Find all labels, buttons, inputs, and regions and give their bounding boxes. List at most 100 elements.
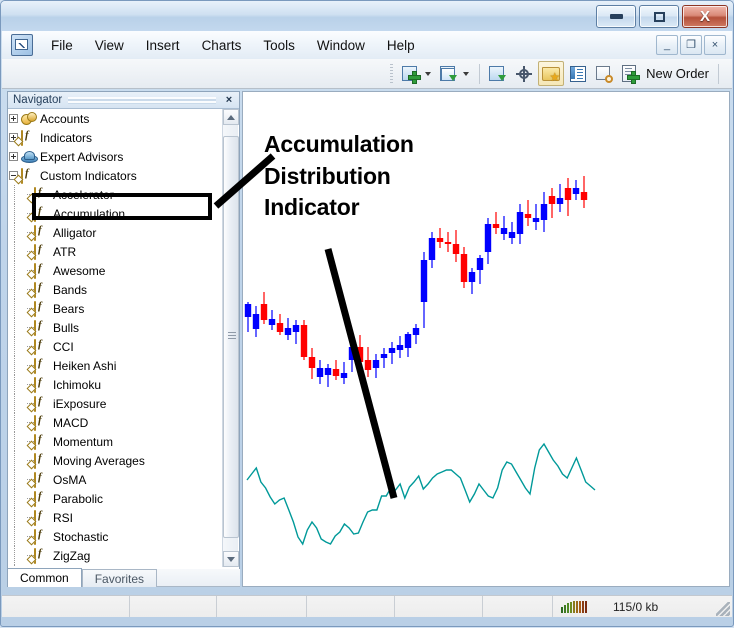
candle-body (332, 369, 340, 376)
resize-grip-icon[interactable] (716, 602, 730, 616)
function-icon (26, 414, 49, 431)
tree-item-bulls[interactable]: Bulls (8, 318, 223, 337)
signal-strength-icon (561, 600, 587, 613)
data-window-button[interactable] (566, 62, 590, 85)
tree-item-atr[interactable]: ATR (8, 242, 223, 261)
navigator-scrollbar[interactable] (222, 109, 239, 567)
function-icon (26, 528, 49, 545)
tree-item-label: Moving Averages (53, 453, 145, 468)
scrollbar-thumb[interactable] (223, 136, 239, 538)
menu-tools[interactable]: Tools (252, 34, 306, 57)
minimize-button[interactable] (596, 5, 636, 28)
profiles-button[interactable] (437, 62, 461, 85)
signal-bar (585, 600, 587, 613)
tree-item-rsi[interactable]: RSI (8, 508, 223, 527)
terminal-button[interactable] (592, 62, 616, 85)
tree-item-accounts[interactable]: Accounts (8, 109, 223, 128)
new-order-button[interactable] (618, 62, 642, 85)
tree-expander[interactable] (8, 147, 21, 166)
tree-item-osma[interactable]: OsMA (8, 470, 223, 489)
window-titlebar: X (1, 1, 733, 31)
tree-item-awesome[interactable]: Awesome (8, 261, 223, 280)
tree-item-alligator[interactable]: Alligator (8, 223, 223, 242)
candle-body (324, 368, 332, 375)
accumulation-distribution-line (246, 442, 596, 546)
candle-body (460, 254, 468, 282)
tree-item-macd[interactable]: MACD (8, 413, 223, 432)
navigator-header[interactable]: Navigator × (8, 92, 239, 109)
scroll-up-button[interactable] (223, 109, 239, 125)
tree-item-expert-advisors[interactable]: Expert Advisors (8, 147, 223, 166)
tree-item-zigzag[interactable]: ZigZag (8, 546, 223, 565)
tree-item-1433-more[interactable]: 1433 more... (8, 565, 223, 567)
tree-indent-guide (8, 394, 21, 413)
tree-item-label: Stochastic (53, 529, 109, 544)
navigator-close-icon[interactable]: × (222, 94, 236, 106)
tree-item-bands[interactable]: Bands (8, 280, 223, 299)
tree-item-moving-averages[interactable]: Moving Averages (8, 451, 223, 470)
favorites-button[interactable]: ★ (538, 61, 565, 86)
crosshair-button[interactable] (512, 62, 536, 85)
tree-indent-guide (8, 413, 21, 432)
candlestick-series (244, 176, 588, 387)
tree-item-bears[interactable]: Bears (8, 299, 223, 318)
candle-body (428, 238, 436, 260)
scroll-down-button[interactable] (223, 551, 239, 567)
menu-charts[interactable]: Charts (191, 34, 253, 57)
new-order-label[interactable]: New Order (646, 66, 713, 81)
candle-body (452, 244, 460, 254)
tab-favorites[interactable]: Favorites (81, 569, 158, 587)
candle-body (276, 323, 284, 332)
tree-indent-guide (8, 261, 21, 280)
status-cell-1 (2, 596, 129, 617)
tree-item-stochastic[interactable]: Stochastic (8, 527, 223, 546)
tree-expander[interactable] (8, 109, 21, 128)
tree-item-indicators[interactable]: Indicators (8, 128, 223, 147)
candle-body (484, 224, 492, 252)
function-icon (26, 395, 49, 412)
tree-item-ichimoku[interactable]: Ichimoku (8, 375, 223, 394)
favorites-icon: ★ (542, 65, 561, 83)
candle-body (356, 347, 364, 362)
menu-insert[interactable]: Insert (135, 34, 191, 57)
main-toolbar: ★ New Order (2, 59, 732, 89)
candle-body (340, 373, 348, 378)
menu-file[interactable]: File (40, 34, 84, 57)
toolbar-grip[interactable] (390, 63, 394, 84)
menu-help[interactable]: Help (376, 34, 426, 57)
maximize-button[interactable] (639, 5, 679, 28)
profiles-dropdown-icon[interactable] (463, 71, 470, 76)
close-button[interactable]: X (682, 5, 728, 28)
tree-item-heiken-ashi[interactable]: Heiken Ashi (8, 356, 223, 375)
tree-item-cci[interactable]: CCI (8, 337, 223, 356)
tree-indent-guide (8, 527, 21, 546)
candle-body (244, 304, 252, 317)
function-icon (13, 129, 36, 146)
navigator-panel: Navigator × Accounts Indicators Expert Adv… (7, 91, 240, 587)
chart-window[interactable] (242, 91, 730, 587)
tree-item-accelerator[interactable]: Accelerator (8, 185, 223, 204)
mdi-restore-button[interactable]: ❐ (680, 35, 702, 55)
tree-indent-guide (8, 337, 21, 356)
indicator-list-button[interactable] (486, 62, 510, 85)
function-icon (26, 205, 49, 222)
tree-indent-guide (8, 489, 21, 508)
mdi-close-button[interactable]: × (704, 35, 726, 55)
tab-common[interactable]: Common (7, 568, 82, 587)
tree-item-custom-indicators[interactable]: Custom Indicators (8, 166, 223, 185)
tree-item-iexposure[interactable]: iExposure (8, 394, 223, 413)
menu-view[interactable]: View (84, 34, 135, 57)
candle-body (468, 272, 476, 282)
mdi-minimize-button[interactable]: _ (656, 35, 678, 55)
new-chart-dropdown-icon[interactable] (425, 71, 432, 76)
tree-item-label: Ichimoku (53, 377, 102, 392)
tree-indent-guide (8, 356, 21, 375)
profiles-icon (440, 65, 458, 82)
tree-item-parabolic[interactable]: Parabolic (8, 489, 223, 508)
tree-item-accumulation[interactable]: Accumulation (8, 204, 223, 223)
tree-item-momentum[interactable]: Momentum (8, 432, 223, 451)
navigator-tree: Accounts Indicators Expert Advisors Custom … (8, 109, 223, 567)
menu-window[interactable]: Window (306, 34, 376, 57)
function-icon (26, 357, 49, 374)
new-chart-button[interactable] (399, 62, 423, 85)
